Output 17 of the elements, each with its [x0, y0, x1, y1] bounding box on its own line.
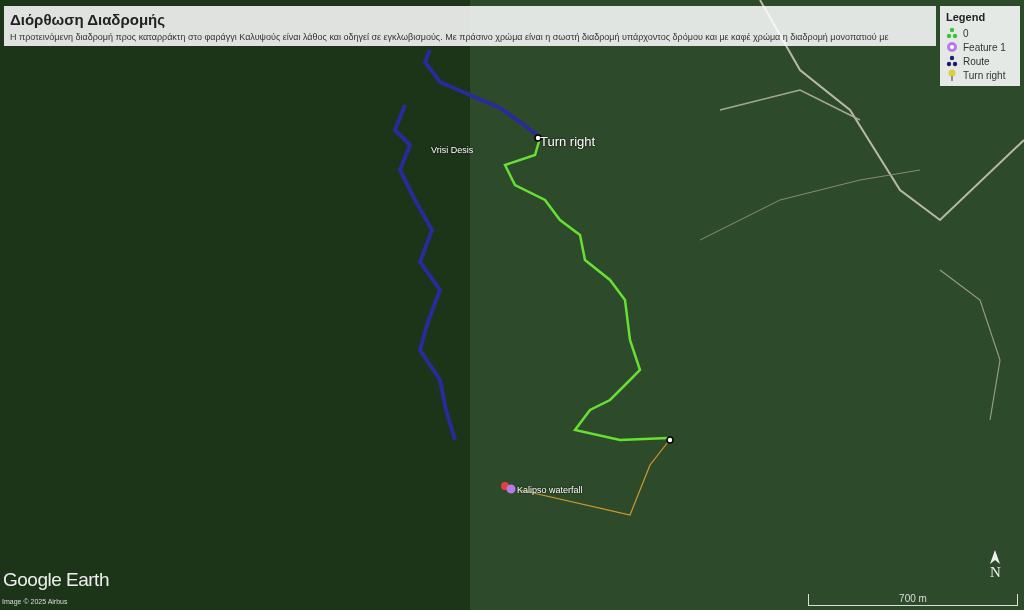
map-label: Vrisi Desis: [431, 145, 474, 155]
map-label: Turn right: [540, 134, 596, 149]
map-label: Kalipso waterfall: [517, 485, 583, 495]
map-description: Η προτεινόμενη διαδρομή προς καταρράκτη στο φαράγγι Καλυψούς είναι λάθος και οδηγεί σε εγκλωβισμούς. Με πράσινο χρώμα είναι η σωστή διαδρομή υπάρχοντος δρόμου και με καφέ χρώμα η διαδρομή μονοπατιού με: [10, 32, 890, 42]
logo: Google Earth: [3, 569, 109, 591]
waterfall-marker-icon: [501, 482, 516, 494]
scale-label: 700 m: [899, 594, 927, 605]
point-marker: [666, 436, 674, 444]
compass-label: N: [990, 564, 1001, 581]
map-title: Διόρθωση Διαδρομής: [10, 11, 167, 28]
north-arrow-icon: [990, 550, 1001, 564]
legend-label: Feature 1: [963, 41, 1006, 53]
legend-label: 0: [963, 27, 969, 39]
legend-label: Turn right: [963, 69, 1006, 81]
legend-label: Route: [963, 55, 990, 67]
legend-title: Legend: [946, 11, 987, 23]
point-marker: [534, 134, 542, 142]
